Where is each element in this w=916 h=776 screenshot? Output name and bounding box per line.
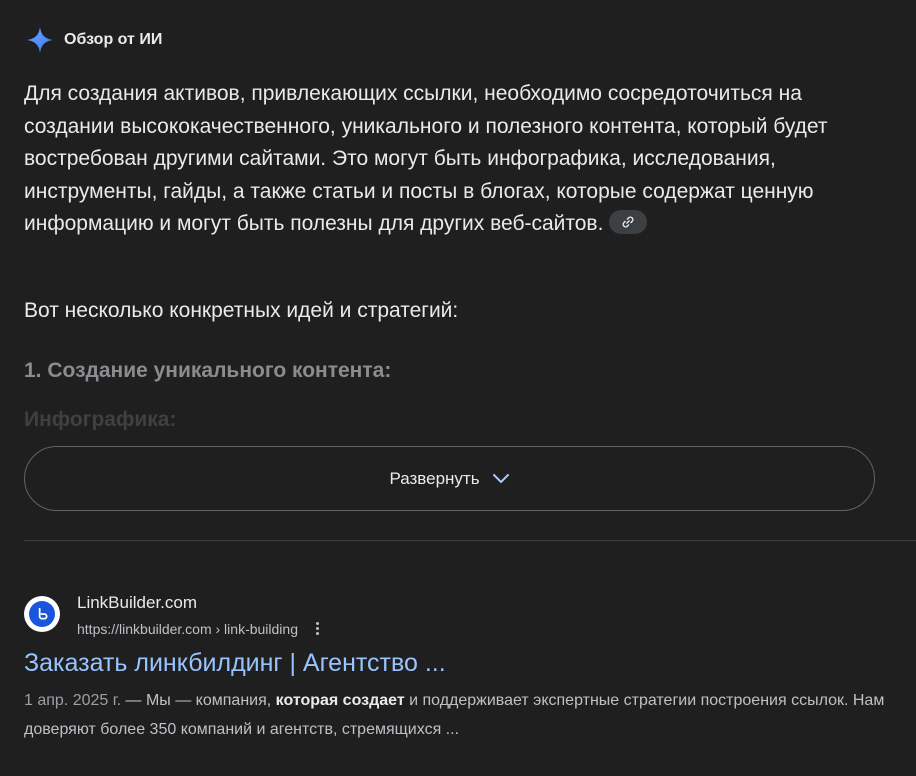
- expand-button[interactable]: Развернуть: [24, 446, 875, 511]
- section-divider: [24, 540, 916, 541]
- snippet-highlight: которая создает: [275, 692, 405, 709]
- ai-overview-paragraph-text: Для создания активов, привлекающих ссылк…: [24, 82, 828, 235]
- link-icon: [623, 217, 634, 228]
- snippet-date: 1 апр. 2025 г.: [24, 692, 122, 709]
- ai-overview-subtitle: Вот несколько конкретных идей и стратеги…: [24, 299, 459, 322]
- ai-overview-section-sub: Инфографика:: [24, 408, 177, 430]
- more-options-icon[interactable]: [312, 620, 323, 637]
- result-url[interactable]: https://linkbuilder.com › link-building: [77, 621, 298, 637]
- site-favicon[interactable]: [24, 596, 60, 632]
- chevron-down-icon: [492, 473, 509, 483]
- expand-button-label: Развернуть: [389, 468, 480, 488]
- ai-overview-paragraph: Для создания активов, привлекающих ссылк…: [24, 78, 884, 241]
- source-link-chip[interactable]: [609, 210, 648, 235]
- linkbuilder-logo-icon: [29, 601, 55, 627]
- ai-overview-header: Обзор от ИИ: [26, 26, 162, 54]
- result-url-row: https://linkbuilder.com › link-building: [77, 620, 323, 637]
- ai-overview-title: Обзор от ИИ: [64, 31, 163, 48]
- result-site-name[interactable]: LinkBuilder.com: [77, 593, 197, 613]
- result-title-link[interactable]: Заказать линкбилдинг | Агентство ...: [24, 649, 446, 678]
- ai-overview-section-heading: 1. Создание уникального контента:: [24, 359, 392, 382]
- result-snippet: 1 апр. 2025 г. — Мы — компания, которая …: [24, 686, 894, 744]
- snippet-text-1: — Мы — компания,: [121, 692, 276, 709]
- gemini-spark-icon: [27, 27, 53, 53]
